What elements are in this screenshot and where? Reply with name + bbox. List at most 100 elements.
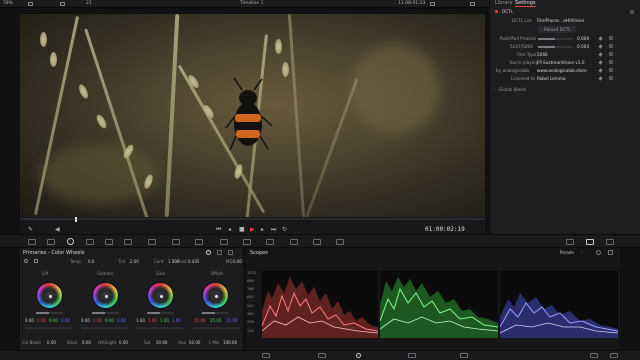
- push-pull-slider[interactable]: [538, 38, 573, 40]
- scopes-icon[interactable]: [586, 239, 594, 245]
- reset-icon[interactable]: [609, 52, 613, 56]
- 3d-icon[interactable]: [266, 239, 274, 245]
- param-value[interactable]: 0.009: [577, 36, 589, 41]
- layout-icon[interactable]: [60, 2, 65, 6]
- gamma-wheel[interactable]: [92, 282, 119, 309]
- offset-master-slider[interactable]: [202, 312, 229, 314]
- gamma-r[interactable]: 0.00: [93, 318, 102, 323]
- highlight-icon[interactable]: [313, 239, 321, 245]
- lift-wheel[interactable]: [36, 282, 63, 309]
- gain-b[interactable]: 1.00: [172, 318, 181, 323]
- reset-icon[interactable]: [609, 44, 613, 48]
- lum-mix-value[interactable]: 100.00: [223, 340, 237, 345]
- log-mode-icon[interactable]: [228, 250, 233, 255]
- step-back-icon[interactable]: ◂: [228, 226, 231, 233]
- sat-value[interactable]: 50.00: [156, 340, 167, 345]
- deliver-page-icon[interactable]: [460, 353, 468, 358]
- gamma-rgb-bar[interactable]: [81, 327, 129, 329]
- gamma-master-slider[interactable]: [92, 312, 119, 314]
- color-wheels-icon[interactable]: [67, 238, 74, 245]
- reset-icon[interactable]: [609, 68, 613, 72]
- film-mix-slider[interactable]: [538, 46, 573, 48]
- gain-rgb-bar[interactable]: [136, 327, 184, 329]
- reset-icon[interactable]: [609, 60, 613, 64]
- home-icon[interactable]: [590, 353, 598, 358]
- hilight-value[interactable]: 0.00: [119, 340, 128, 345]
- keyframe-icon[interactable]: [598, 52, 603, 57]
- viewer-options-icon[interactable]: [430, 2, 435, 6]
- chevron-right-icon[interactable]: ›: [494, 86, 496, 91]
- sizing-icon[interactable]: [243, 239, 251, 245]
- auto-icon[interactable]: [34, 259, 38, 263]
- blur-icon[interactable]: [172, 239, 180, 245]
- gamma-g[interactable]: 0.00: [105, 318, 114, 323]
- hue-value[interactable]: 50.00: [189, 340, 200, 345]
- viewer-size-icon[interactable]: [28, 2, 33, 6]
- keyframe-icon[interactable]: [598, 68, 603, 73]
- offset-r[interactable]: 25.00: [194, 318, 205, 323]
- eyedropper-icon[interactable]: [195, 239, 203, 245]
- playhead[interactable]: [75, 217, 77, 222]
- chevron-down-icon[interactable]: ⌄: [580, 249, 583, 254]
- global-blend-section[interactable]: Global Blend: [499, 87, 526, 92]
- param-value[interactable]: FP EastmanVision v1.0: [537, 60, 585, 65]
- jump-start-icon[interactable]: ⏮: [216, 226, 221, 234]
- dctl-enabled-dot[interactable]: [495, 10, 498, 13]
- edit-page-icon[interactable]: [318, 353, 326, 358]
- reset-icon[interactable]: [630, 10, 634, 14]
- keyframe-icon[interactable]: [598, 36, 603, 41]
- keyframe-icon[interactable]: [598, 44, 603, 49]
- offset-b[interactable]: 25.00: [226, 318, 237, 323]
- md-value[interactable]: 0.00: [233, 259, 242, 264]
- tab-library[interactable]: Library: [495, 0, 512, 6]
- tab-settings[interactable]: Settings: [515, 0, 536, 7]
- lift-r[interactable]: 0.00: [37, 318, 46, 323]
- reset-icon[interactable]: [609, 36, 613, 40]
- scope-settings-icon[interactable]: [596, 250, 601, 255]
- gain-master-slider[interactable]: [147, 312, 174, 314]
- viewer[interactable]: [20, 14, 485, 217]
- motion-effects-icon[interactable]: [336, 239, 344, 245]
- wheels-mode-icon[interactable]: [206, 250, 211, 255]
- qualifier-icon[interactable]: [105, 239, 113, 245]
- info-icon[interactable]: [566, 239, 574, 245]
- offset-wheel[interactable]: [202, 282, 229, 309]
- tracker-icon[interactable]: [148, 239, 156, 245]
- film-type-select[interactable]: 5066: [537, 52, 548, 57]
- scrubber-track[interactable]: [20, 218, 485, 220]
- keyframe-icon[interactable]: [598, 60, 603, 65]
- dctl-list-value[interactable]: FilmProces...aHtlVision: [537, 18, 584, 23]
- loop-icon[interactable]: ↻: [282, 226, 287, 233]
- keyframe-icon[interactable]: [598, 76, 603, 81]
- jump-end-icon[interactable]: ⏭: [271, 226, 276, 234]
- auto-balance-icon[interactable]: [24, 259, 28, 263]
- step-forward-icon[interactable]: ▸: [261, 226, 264, 233]
- bars-mode-icon[interactable]: [217, 250, 222, 255]
- offset-g[interactable]: 25.00: [210, 318, 221, 323]
- stop-icon[interactable]: ■: [239, 226, 245, 233]
- lift-g[interactable]: 0.00: [49, 318, 58, 323]
- lift-b[interactable]: 0.00: [61, 318, 70, 323]
- pen-tool-icon[interactable]: ✎: [28, 226, 33, 233]
- gain-wheel[interactable]: [147, 282, 174, 309]
- lift-rgb-bar[interactable]: [25, 327, 73, 329]
- project-settings-icon[interactable]: [610, 353, 618, 358]
- gain-r[interactable]: 1.00: [148, 318, 157, 323]
- param-value[interactable]: Robel Lemma: [537, 76, 566, 81]
- tint-value[interactable]: 2.00: [130, 259, 139, 264]
- reload-dctl-button[interactable]: Reload DCTL: [538, 26, 576, 33]
- timeline-title[interactable]: Timeline 1: [240, 1, 263, 6]
- gain-y[interactable]: 1.00: [136, 318, 145, 323]
- gain-g[interactable]: 1.00: [160, 318, 169, 323]
- section-dctl[interactable]: DCTL: [502, 9, 513, 14]
- gamma-y[interactable]: 0.00: [81, 318, 90, 323]
- gamma-b[interactable]: 0.00: [117, 318, 126, 323]
- temp-value[interactable]: 0.0: [88, 259, 94, 264]
- power-window-icon[interactable]: [124, 239, 132, 245]
- more-options-icon[interactable]: [470, 2, 475, 6]
- audio-icon[interactable]: ◀: [55, 226, 60, 233]
- zoom-level[interactable]: 78%: [3, 1, 13, 6]
- color-page-icon[interactable]: [356, 353, 361, 358]
- keyframes-icon[interactable]: [290, 239, 298, 245]
- lift-y[interactable]: 0.00: [25, 318, 34, 323]
